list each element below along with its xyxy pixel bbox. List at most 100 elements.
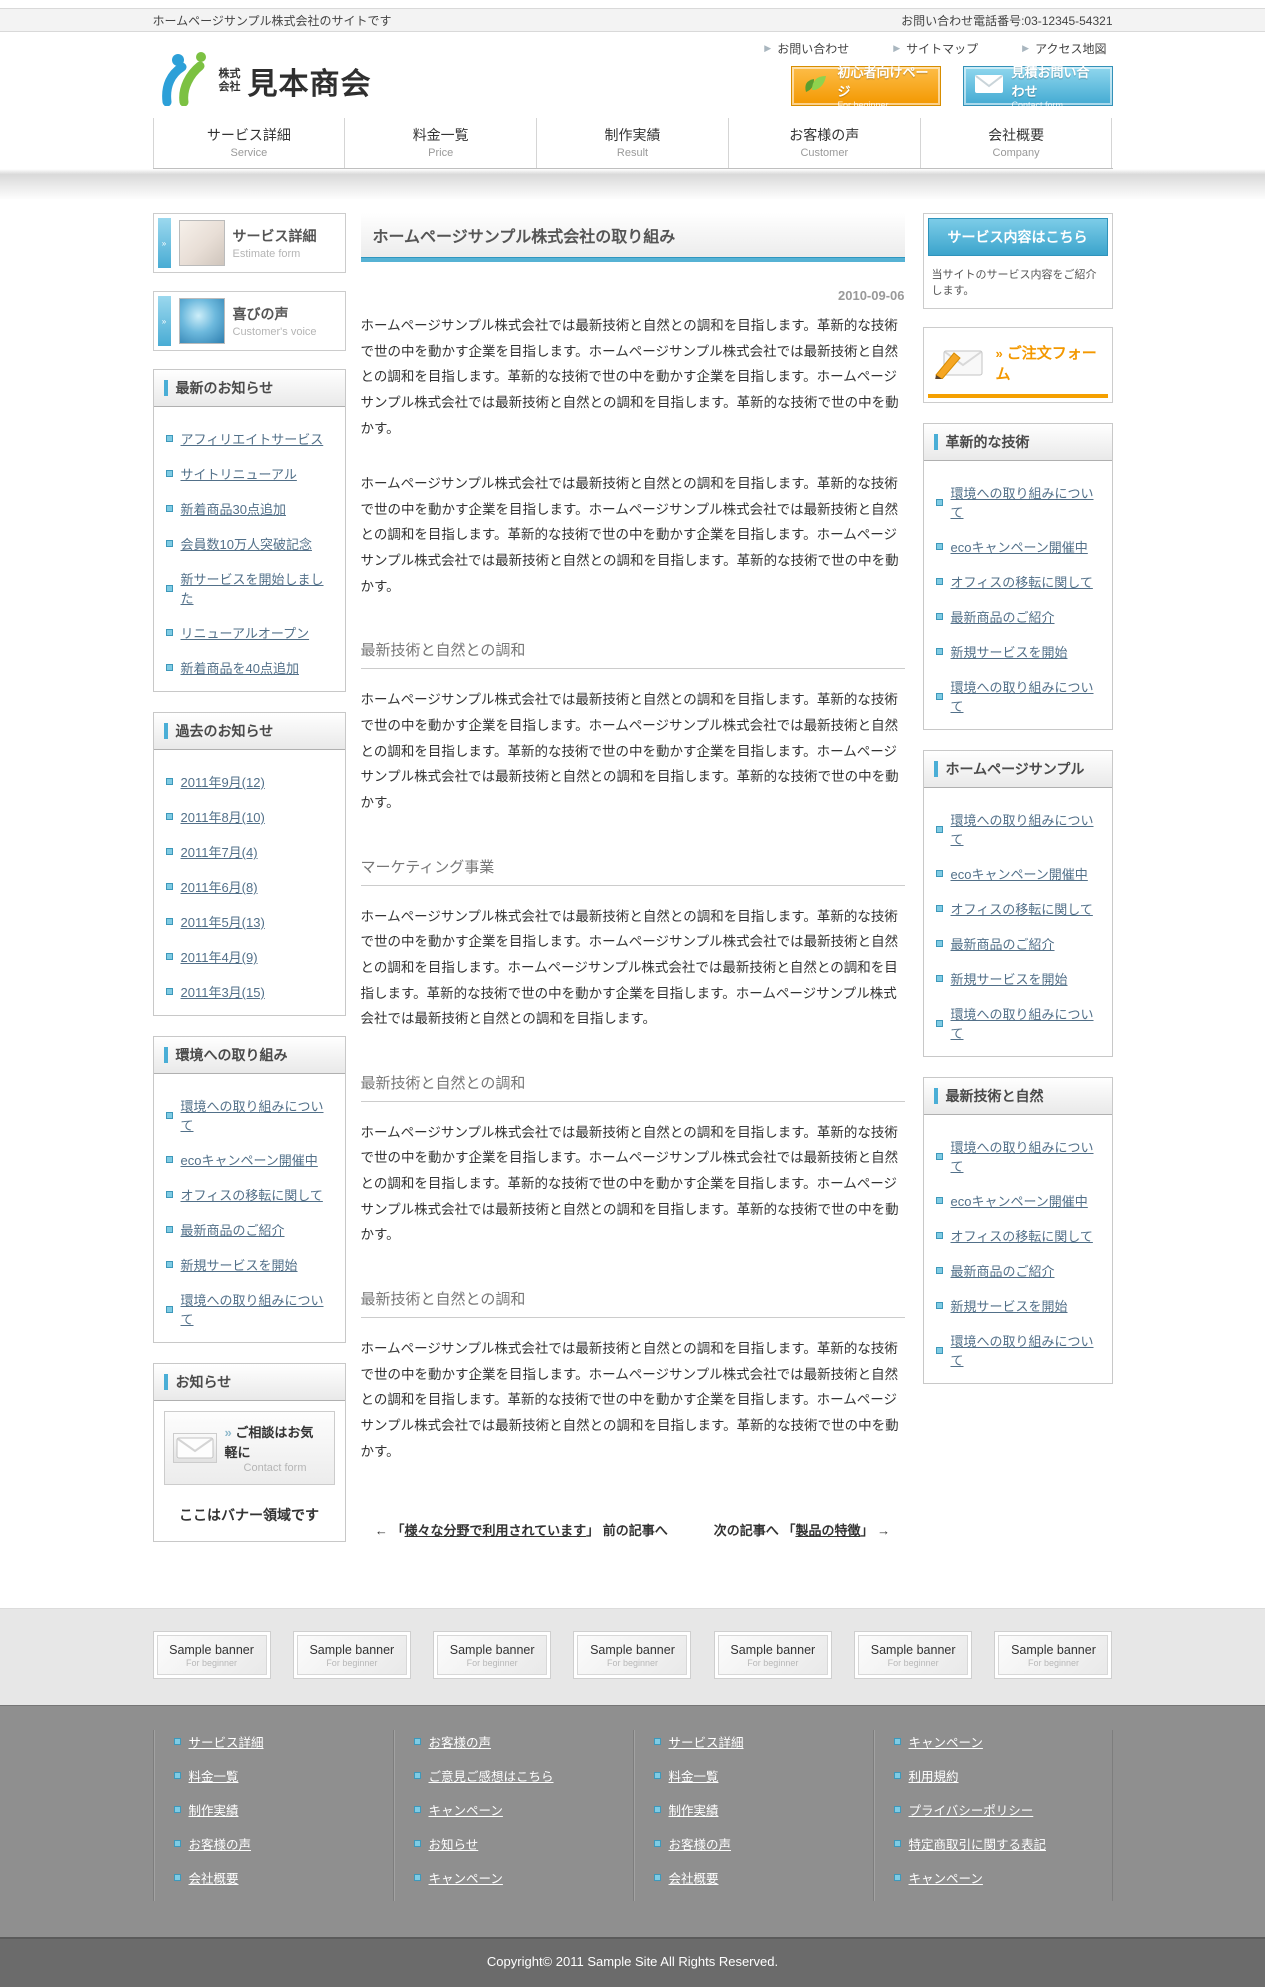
list-link[interactable]: サイトリニューアル — [181, 464, 297, 483]
estimate-contact-button[interactable]: 見積お問い合わせ Contact form — [963, 66, 1113, 106]
list-link[interactable]: お客様の声 — [669, 1834, 732, 1853]
service-info-button[interactable]: サービス内容はこちら — [928, 218, 1108, 256]
next-article-link[interactable]: 製品の特徴 — [795, 1523, 860, 1538]
sample-banner[interactable]: Sample bannerFor beginner — [854, 1631, 972, 1679]
sample-banner[interactable]: Sample bannerFor beginner — [573, 1631, 691, 1679]
list-link[interactable]: キャンペーン — [909, 1868, 983, 1887]
header-link-access[interactable]: ▶アクセス地図 — [1022, 40, 1106, 57]
beginner-button[interactable]: 初心者向けページ For beginner — [791, 66, 941, 106]
list-link[interactable]: 新規サービスを開始 — [951, 969, 1068, 988]
list-link[interactable]: 会員数10万人突破記念 — [181, 534, 312, 553]
list-link[interactable]: 会社概要 — [189, 1868, 239, 1887]
list-link[interactable]: 環境への取り組みについて — [951, 810, 1100, 848]
list-link[interactable]: ご意見ご感想はこちら — [429, 1766, 554, 1785]
banner-arrow-icon: » — [158, 296, 171, 346]
list-link[interactable]: 環境への取り組みについて — [951, 1004, 1100, 1042]
list-link[interactable]: 2011年9月(12) — [181, 772, 265, 791]
list-link[interactable]: 新規サービスを開始 — [951, 642, 1068, 661]
list-item: お客様の声 — [654, 1834, 873, 1853]
banner-customers-voice[interactable]: » 喜びの声 Customer's voice — [153, 291, 346, 351]
bullet-icon — [174, 1806, 181, 1813]
list-link[interactable]: 2011年7月(4) — [181, 842, 258, 861]
list-link[interactable]: ecoキャンペーン開催中 — [951, 864, 1088, 883]
footer-links-1: サービス詳細料金一覧制作実績お客様の声会社概要 — [174, 1732, 393, 1887]
list-link[interactable]: サービス詳細 — [189, 1732, 264, 1751]
bullet-icon — [654, 1806, 661, 1813]
prev-article-link[interactable]: 様々な分野で利用されています — [405, 1523, 587, 1538]
list-link[interactable]: 環境への取り組みについて — [951, 677, 1100, 715]
nav-item-service[interactable]: サービス詳細Service — [153, 118, 345, 168]
footer-column-1: サービス詳細料金一覧制作実績お客様の声会社概要 — [153, 1730, 393, 1901]
header-link-contact[interactable]: ▶お問い合わせ — [764, 40, 849, 57]
bullet-icon — [166, 1156, 173, 1163]
beginner-button-label: 初心者向けページ — [838, 62, 930, 100]
list-link[interactable]: 2011年3月(15) — [181, 982, 265, 1001]
list-link[interactable]: 新規サービスを開始 — [951, 1296, 1068, 1315]
list-link[interactable]: 制作実績 — [669, 1800, 719, 1819]
list-link[interactable]: オフィスの移転に関して — [951, 572, 1093, 591]
sample-banner[interactable]: Sample bannerFor beginner — [293, 1631, 411, 1679]
list-link[interactable]: キャンペーン — [429, 1800, 503, 1819]
list-link[interactable]: キャンペーン — [429, 1868, 503, 1887]
list-item: 2011年3月(15) — [166, 982, 333, 1001]
bullet-icon — [936, 1153, 943, 1160]
orange-bar — [928, 394, 1108, 398]
list-link[interactable]: お客様の声 — [189, 1834, 252, 1853]
footer-links-4: キャンペーン利用規約プライバシーポリシー特定商取引に関する表記キャンペーン — [894, 1732, 1112, 1887]
list-link[interactable]: お客様の声 — [429, 1732, 492, 1751]
list-link[interactable]: 最新商品のご紹介 — [951, 607, 1055, 626]
list-link[interactable]: 新サービスを開始しました — [181, 569, 333, 607]
sample-banner[interactable]: Sample bannerFor beginner — [153, 1631, 271, 1679]
nav-item-price[interactable]: 料金一覧Price — [344, 118, 536, 168]
list-link[interactable]: 新規サービスを開始 — [181, 1255, 298, 1274]
list-link[interactable]: 最新商品のご紹介 — [951, 1261, 1055, 1280]
list-link[interactable]: 環境への取り組みについて — [181, 1096, 333, 1134]
list-link[interactable]: 環境への取り組みについて — [951, 483, 1100, 521]
list-link[interactable]: 2011年8月(10) — [181, 807, 265, 826]
list-link[interactable]: リニューアルオープン — [181, 623, 310, 642]
sample-banner[interactable]: Sample bannerFor beginner — [994, 1631, 1112, 1679]
list-link[interactable]: アフィリエイトサービス — [181, 429, 324, 448]
list-link[interactable]: ecoキャンペーン開催中 — [951, 1191, 1088, 1210]
logo[interactable]: 株式 会社 見本商会 — [157, 50, 372, 111]
list-link[interactable]: 環境への取り組みについて — [181, 1290, 333, 1328]
bullet-icon — [936, 693, 943, 700]
list-link[interactable]: サービス詳細 — [669, 1732, 744, 1751]
list-link[interactable]: 2011年4月(9) — [181, 947, 258, 966]
sample-banner[interactable]: Sample bannerFor beginner — [714, 1631, 832, 1679]
list-link[interactable]: 制作実績 — [189, 1800, 239, 1819]
list-link[interactable]: 料金一覧 — [189, 1766, 239, 1785]
section-innovative-tech: 革新的な技術 環境への取り組みについてecoキャンペーン開催中オフィスの移転に関… — [923, 423, 1113, 730]
list-link[interactable]: オフィスの移転に関して — [951, 899, 1093, 918]
header-link-sitemap[interactable]: ▶サイトマップ — [893, 40, 978, 57]
list-link[interactable]: オフィスの移転に関して — [951, 1226, 1093, 1245]
list-link[interactable]: オフィスの移転に関して — [181, 1185, 323, 1204]
list-link[interactable]: プライバシーポリシー — [909, 1800, 1034, 1819]
sample-banner[interactable]: Sample bannerFor beginner — [433, 1631, 551, 1679]
list-link[interactable]: 2011年6月(8) — [181, 877, 258, 896]
contact-banner[interactable]: » ご相談はお気軽に Contact form — [164, 1411, 335, 1485]
bullet-icon — [414, 1874, 421, 1881]
list-item: 環境への取り組みについて — [936, 810, 1100, 848]
list-link[interactable]: 最新商品のご紹介 — [951, 934, 1055, 953]
list-link[interactable]: 新着商品を40点追加 — [181, 658, 299, 677]
list-link[interactable]: 最新商品のご紹介 — [181, 1220, 285, 1239]
banner-service-detail[interactable]: » サービス詳細 Estimate form — [153, 213, 346, 273]
list-link[interactable]: 環境への取り組みについて — [951, 1331, 1100, 1369]
list-link[interactable]: お知らせ — [429, 1834, 479, 1853]
estimate-button-label: 見積お問い合わせ — [1012, 62, 1102, 100]
list-link[interactable]: 会社概要 — [669, 1868, 719, 1887]
list-link[interactable]: 環境への取り組みについて — [951, 1137, 1100, 1175]
order-form-button[interactable]: »ご注文フォーム — [923, 327, 1113, 403]
list-link[interactable]: 料金一覧 — [669, 1766, 719, 1785]
list-link[interactable]: ecoキャンペーン開催中 — [951, 537, 1088, 556]
list-link[interactable]: 特定商取引に関する表記 — [909, 1834, 1047, 1853]
list-link[interactable]: 利用規約 — [909, 1766, 959, 1785]
nav-item-result[interactable]: 制作実績Result — [536, 118, 728, 168]
list-link[interactable]: 新着商品30点追加 — [181, 499, 286, 518]
nav-item-company[interactable]: 会社概要Company — [920, 118, 1113, 168]
nav-item-customer[interactable]: お客様の声Customer — [728, 118, 920, 168]
list-link[interactable]: キャンペーン — [909, 1732, 983, 1751]
list-link[interactable]: ecoキャンペーン開催中 — [181, 1150, 318, 1169]
list-link[interactable]: 2011年5月(13) — [181, 912, 265, 931]
